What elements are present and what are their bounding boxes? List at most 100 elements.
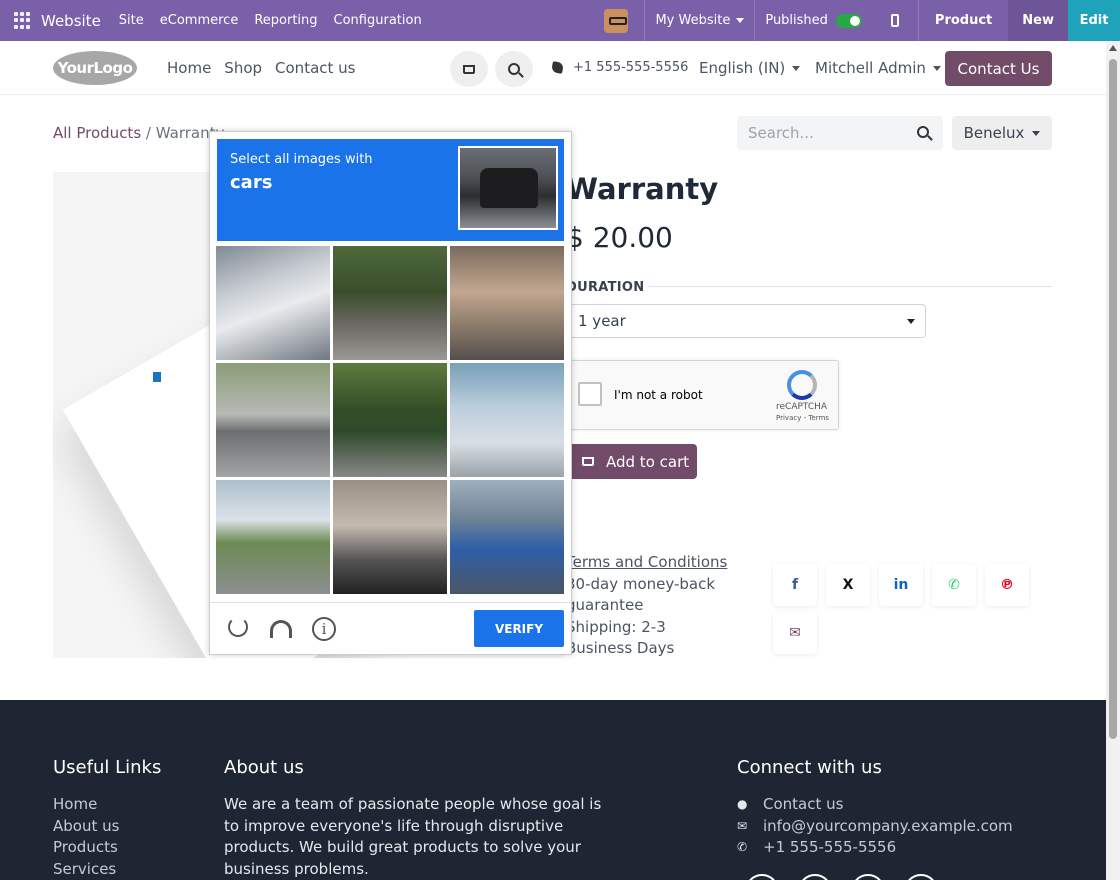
- connect-email[interactable]: ✉ info@yourcompany.example.com: [737, 816, 1013, 838]
- shipping-text: Shipping: 2-3 Business Days: [566, 617, 675, 658]
- user-name: Mitchell Admin: [815, 59, 926, 77]
- x-twitter-icon[interactable]: X: [826, 564, 870, 606]
- footer-link-about[interactable]: About us: [53, 816, 119, 838]
- search-button[interactable]: [495, 51, 533, 87]
- linkedin-icon[interactable]: in: [879, 564, 923, 606]
- scrollbar-thumb[interactable]: [1109, 59, 1117, 739]
- connect-contact[interactable]: ● Contact us: [737, 794, 1013, 816]
- divider: [648, 286, 1052, 287]
- menu-ecommerce[interactable]: eCommerce: [160, 13, 239, 28]
- challenge-tile[interactable]: [216, 480, 330, 594]
- challenge-target: cars: [230, 172, 273, 193]
- menu-configuration[interactable]: Configuration: [334, 13, 422, 28]
- connect-phone[interactable]: ✆ +1 555-555-5556: [737, 837, 1013, 859]
- user-menu[interactable]: Mitchell Admin: [815, 59, 941, 77]
- chat-bubble-icon: ●: [737, 797, 748, 811]
- recaptcha-label: I'm not a robot: [614, 388, 703, 402]
- chevron-down-icon: [907, 319, 915, 324]
- nav-home[interactable]: Home: [167, 59, 211, 77]
- chevron-down-icon: [1032, 130, 1041, 136]
- published-label: Published: [765, 13, 828, 28]
- social-circle-icon[interactable]: [851, 874, 885, 880]
- admin-top-bar: Website Site eCommerce Reporting Configu…: [0, 0, 1120, 41]
- nav-shop[interactable]: Shop: [224, 59, 262, 77]
- recaptcha-checkbox[interactable]: [578, 382, 602, 406]
- new-button[interactable]: New: [1008, 0, 1068, 41]
- challenge-example-image: [458, 146, 558, 230]
- pinterest-icon[interactable]: ℗: [985, 564, 1029, 606]
- whatsapp-icon[interactable]: ✆: [932, 564, 976, 606]
- app-name[interactable]: Website: [41, 12, 101, 30]
- scroll-up-arrow-icon[interactable]: [1109, 45, 1117, 51]
- recaptcha-privacy-terms[interactable]: Privacy - Terms: [776, 414, 829, 422]
- contact-us-button[interactable]: Contact Us: [945, 51, 1052, 86]
- challenge-tile[interactable]: [450, 480, 564, 594]
- product-title: Warranty: [566, 172, 719, 206]
- cart-button[interactable]: [450, 51, 488, 87]
- headphones-icon[interactable]: [270, 620, 292, 638]
- pricelist-selector[interactable]: Benelux: [952, 116, 1052, 150]
- edit-button[interactable]: Edit: [1068, 0, 1120, 41]
- header-phone-number: +1 555-555-5556: [573, 60, 689, 75]
- attribute-label: DURATION: [566, 280, 645, 295]
- mobile-preview-button[interactable]: [872, 14, 918, 27]
- product-search-input[interactable]: Search...: [737, 116, 943, 150]
- challenge-header: Select all images with cars: [217, 139, 564, 241]
- challenge-tile[interactable]: [333, 246, 447, 360]
- page-scrollbar[interactable]: [1106, 41, 1120, 880]
- verify-button[interactable]: VERIFY: [474, 610, 564, 647]
- challenge-tile[interactable]: [450, 246, 564, 360]
- useful-links-title: Useful Links: [53, 757, 162, 778]
- duration-value: 1 year: [578, 312, 626, 330]
- product-box-logo: [153, 372, 161, 382]
- challenge-tile[interactable]: [333, 480, 447, 594]
- duration-select[interactable]: 1 year: [566, 304, 926, 338]
- info-icon[interactable]: i: [312, 617, 336, 641]
- published-toggle[interactable]: Published: [755, 13, 872, 28]
- recaptcha-widget: I'm not a robot reCAPTCHA Privacy - Term…: [566, 360, 839, 430]
- breadcrumb-all-products[interactable]: All Products: [53, 124, 141, 142]
- mobile-phone-icon: [890, 14, 899, 27]
- site-header: YourLogo Home Shop Contact us +1 555-555…: [0, 41, 1106, 95]
- add-to-cart-button[interactable]: Add to cart: [566, 444, 697, 479]
- connect-list: ● Contact us ✉ info@yourcompany.example.…: [737, 794, 1013, 859]
- product-button[interactable]: Product: [919, 0, 1008, 41]
- facebook-icon[interactable]: f: [773, 564, 817, 606]
- terms-link[interactable]: Terms and Conditions: [566, 552, 736, 574]
- header-phone[interactable]: +1 555-555-5556: [551, 60, 689, 75]
- language-selector[interactable]: English (IN): [699, 59, 801, 77]
- useful-links-list: Home About us Products Services: [53, 794, 119, 880]
- challenge-tile-grid: [216, 246, 566, 594]
- social-circle-icon[interactable]: [798, 874, 832, 880]
- nav-contact[interactable]: Contact us: [275, 59, 355, 77]
- toggle-switch-icon[interactable]: [835, 13, 862, 28]
- challenge-tile[interactable]: [450, 363, 564, 477]
- challenge-tile[interactable]: [216, 363, 330, 477]
- product-price: $ 20.00: [566, 221, 673, 254]
- captcha-challenge-dialog: Select all images with cars i VERIFY: [209, 131, 572, 655]
- challenge-tile[interactable]: [216, 246, 330, 360]
- search-icon: [508, 63, 520, 75]
- pricelist-label: Benelux: [963, 124, 1025, 142]
- apps-grid-icon[interactable]: [14, 11, 32, 30]
- menu-site[interactable]: Site: [119, 13, 144, 28]
- guarantee-text: 30-day money-back guarantee: [566, 574, 716, 615]
- challenge-tile[interactable]: [333, 363, 447, 477]
- site-logo[interactable]: YourLogo: [53, 51, 137, 85]
- user-avatar[interactable]: [604, 8, 629, 33]
- connect-title: Connect with us: [737, 757, 882, 778]
- website-selector[interactable]: My Website: [645, 13, 754, 28]
- footer-link-products[interactable]: Products: [53, 837, 119, 859]
- social-circle-icon[interactable]: [745, 874, 779, 880]
- phone-icon: [551, 61, 564, 74]
- reload-icon[interactable]: [228, 617, 248, 637]
- social-circle-icon[interactable]: [904, 874, 938, 880]
- search-icon[interactable]: [917, 126, 929, 138]
- email-icon[interactable]: ✉: [773, 612, 817, 654]
- phone-icon: ✆: [737, 840, 748, 854]
- footer-link-services[interactable]: Services: [53, 859, 119, 880]
- chevron-down-icon: [792, 65, 801, 71]
- menu-reporting[interactable]: Reporting: [254, 13, 317, 28]
- footer-link-home[interactable]: Home: [53, 794, 119, 816]
- language-label: English (IN): [699, 59, 786, 77]
